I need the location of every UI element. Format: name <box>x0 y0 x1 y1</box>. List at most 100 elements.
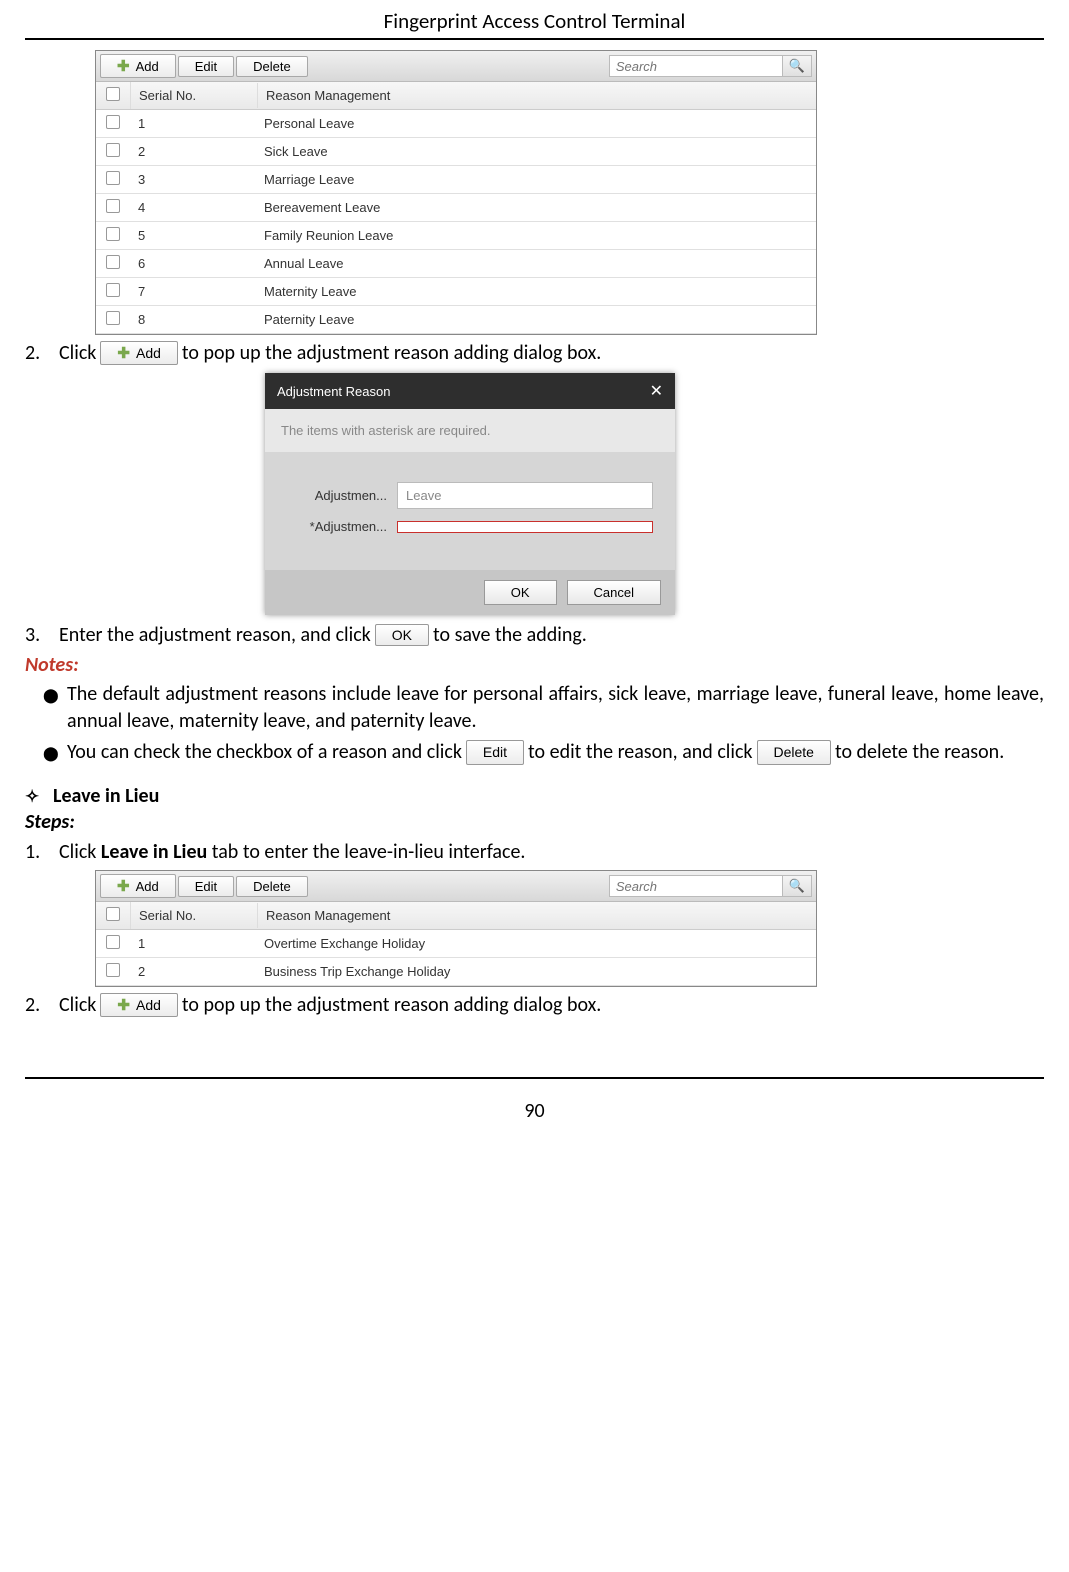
row-checkbox[interactable] <box>106 311 120 325</box>
row-checkbox[interactable] <box>106 227 120 241</box>
note-text-part: You can check the checkbox of a reason a… <box>67 739 462 766</box>
table-row[interactable]: 2Sick Leave <box>96 138 816 166</box>
cell-serial-no: 4 <box>130 195 256 220</box>
search-icon[interactable]: 🔍 <box>782 876 811 896</box>
table-row[interactable]: 1Overtime Exchange Holiday <box>96 930 816 958</box>
notes-label: Notes: <box>25 653 1044 677</box>
add-button[interactable]: ✚ Add <box>100 874 176 898</box>
table-row[interactable]: 6Annual Leave <box>96 250 816 278</box>
table-row[interactable]: 4Bereavement Leave <box>96 194 816 222</box>
col-reason-management: Reason Management <box>258 83 816 108</box>
search-icon[interactable]: 🔍 <box>782 56 811 76</box>
close-icon[interactable]: ✕ <box>650 381 663 401</box>
row-checkbox[interactable] <box>106 115 120 129</box>
select-all-checkbox[interactable] <box>106 907 120 921</box>
cell-serial-no: 8 <box>130 307 256 332</box>
cell-serial-no: 5 <box>130 223 256 248</box>
adjustment-minor-input[interactable] <box>397 521 653 533</box>
col-serial-no: Serial No. <box>131 903 258 928</box>
bullet-icon: ⬤ <box>43 681 67 735</box>
search-box: 🔍 <box>609 55 812 77</box>
ok-button-inline: OK <box>375 624 429 646</box>
cell-serial-no: 2 <box>130 959 256 984</box>
section-heading: ✧ Leave in Lieu <box>25 784 1044 808</box>
plus-icon: ✚ <box>117 877 130 895</box>
cell-reason: Marriage Leave <box>256 167 816 192</box>
table-row[interactable]: 8Paternity Leave <box>96 306 816 334</box>
adjustment-major-label: Adjustmen... <box>287 488 387 503</box>
step-text: Enter the adjustment reason, and click <box>59 623 371 647</box>
edit-button[interactable]: Edit <box>178 56 234 77</box>
row-checkbox[interactable] <box>106 963 120 977</box>
col-serial-no: Serial No. <box>131 83 258 108</box>
step-text: to save the adding. <box>433 623 587 647</box>
row-checkbox[interactable] <box>106 199 120 213</box>
row-checkbox[interactable] <box>106 143 120 157</box>
col-reason-management: Reason Management <box>258 903 816 928</box>
note-text-part: to delete the reason. <box>835 739 1004 766</box>
search-box: 🔍 <box>609 875 812 897</box>
step-number: 2. <box>25 341 55 365</box>
row-checkbox[interactable] <box>106 171 120 185</box>
cell-reason: Paternity Leave <box>256 307 816 332</box>
step-text: Click <box>59 341 96 365</box>
row-checkbox[interactable] <box>106 283 120 297</box>
cell-reason: Family Reunion Leave <box>256 223 816 248</box>
instruction-step: 2. Click ✚ Add to pop up the adjustment … <box>25 341 1044 365</box>
delete-button[interactable]: Delete <box>236 56 308 77</box>
note-text: The default adjustment reasons include l… <box>67 681 1044 735</box>
table-row[interactable]: 3Marriage Leave <box>96 166 816 194</box>
note-item: ⬤ You can check the checkbox of a reason… <box>43 739 1044 766</box>
edit-button[interactable]: Edit <box>178 876 234 897</box>
cell-serial-no: 2 <box>130 139 256 164</box>
adjustment-minor-label: *Adjustmen... <box>287 519 387 534</box>
select-all-checkbox[interactable] <box>106 87 120 101</box>
leave-in-lieu-panel: ✚ Add Edit Delete 🔍 Serial No. Reason Ma… <box>95 870 817 987</box>
add-button-inline: ✚ Add <box>100 341 178 365</box>
dialog-titlebar: Adjustment Reason ✕ <box>265 373 675 409</box>
cell-reason: Business Trip Exchange Holiday <box>256 959 816 984</box>
diamond-icon: ✧ <box>25 786 53 807</box>
step-text: Click <box>59 993 96 1017</box>
step-number: 3. <box>25 623 55 647</box>
table-row[interactable]: 2Business Trip Exchange Holiday <box>96 958 816 986</box>
step-text: to pop up the adjustment reason adding d… <box>182 993 601 1017</box>
add-button[interactable]: ✚ Add <box>100 54 176 78</box>
step-number: 2. <box>25 993 55 1017</box>
page-title: Fingerprint Access Control Terminal <box>25 0 1044 40</box>
note-item: ⬤ The default adjustment reasons include… <box>43 681 1044 735</box>
cell-reason: Maternity Leave <box>256 279 816 304</box>
cell-reason: Annual Leave <box>256 251 816 276</box>
delete-button[interactable]: Delete <box>236 876 308 897</box>
ok-button[interactable]: OK <box>484 580 557 605</box>
page-number: 90 <box>25 1077 1044 1143</box>
toolbar: ✚ Add Edit Delete 🔍 <box>96 871 816 902</box>
edit-button-inline: Edit <box>466 740 524 765</box>
instruction-step: 2. Click ✚ Add to pop up the adjustment … <box>25 993 1044 1017</box>
table-row[interactable]: 1Personal Leave <box>96 110 816 138</box>
dialog-title: Adjustment Reason <box>277 384 390 399</box>
dialog-hint: The items with asterisk are required. <box>265 409 675 452</box>
step-text: to pop up the adjustment reason adding d… <box>182 341 601 365</box>
add-button-inline: ✚ Add <box>100 993 178 1017</box>
search-input[interactable] <box>610 877 782 896</box>
section-title: Leave in Lieu <box>53 784 159 808</box>
cancel-button[interactable]: Cancel <box>567 580 661 605</box>
adjustment-reason-dialog: Adjustment Reason ✕ The items with aster… <box>265 373 675 615</box>
plus-icon: ✚ <box>117 57 130 75</box>
table-header: Serial No. Reason Management <box>96 902 816 930</box>
add-label: Add <box>136 997 161 1013</box>
table-header: Serial No. Reason Management <box>96 82 816 110</box>
step-text: Click Leave in Lieu tab to enter the lea… <box>59 840 525 864</box>
search-input[interactable] <box>610 57 782 76</box>
table-row[interactable]: 7Maternity Leave <box>96 278 816 306</box>
adjustment-major-input[interactable]: Leave <box>397 482 653 509</box>
cell-reason: Personal Leave <box>256 111 816 136</box>
toolbar: ✚ Add Edit Delete 🔍 <box>96 51 816 82</box>
row-checkbox[interactable] <box>106 255 120 269</box>
add-button-label: Add <box>136 879 159 894</box>
row-checkbox[interactable] <box>106 935 120 949</box>
table-row[interactable]: 5Family Reunion Leave <box>96 222 816 250</box>
add-label: Add <box>136 345 161 361</box>
reason-management-panel: ✚ Add Edit Delete 🔍 Serial No. Reason Ma… <box>95 50 817 335</box>
